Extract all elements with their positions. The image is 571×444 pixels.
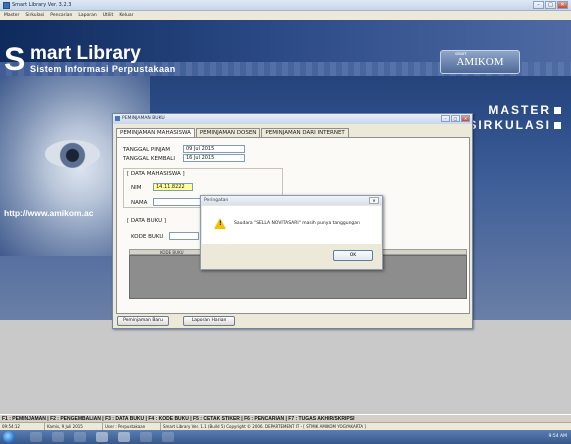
eye-image (45, 140, 100, 168)
start-button-icon[interactable] (3, 431, 15, 443)
nim-field[interactable]: 14.11.8222 (153, 183, 193, 191)
app-title: Smart Library Ver. 3.2.3 (12, 2, 72, 8)
dialog-close-button[interactable]: ✕ (461, 115, 470, 122)
taskbar-word-icon[interactable] (140, 432, 152, 442)
taskbar-media-icon[interactable] (52, 432, 64, 442)
dialog-maximize-button[interactable]: □ (451, 115, 460, 122)
app-titlebar: Smart Library Ver. 3.2.3 – □ ✕ (0, 0, 571, 11)
data-mahasiswa-label: [ DATA MAHASISWA ] (127, 171, 185, 177)
warning-close-button[interactable]: ✕ (369, 197, 379, 204)
dialog-title: PEMINJAMAN BUKU (113, 114, 472, 124)
taskbar-folder-icon[interactable] (74, 432, 86, 442)
taskbar: 9:54 AM (0, 430, 571, 444)
function-key-bar: F1 : PEMINJAMAN | F2 : PENGEMBALIAN | F3… (0, 414, 571, 422)
tanggal-kembali-field[interactable]: 16 Jul 2015 (183, 154, 245, 162)
logo-small-text: smart (455, 52, 467, 57)
taskbar-app-icon[interactable] (96, 432, 108, 442)
nav-sirkulasi[interactable]: SIRKULASI (468, 118, 561, 132)
maximize-button[interactable]: □ (545, 1, 556, 9)
amikom-logo: smart AMIKOM (440, 50, 520, 74)
menu-utilit[interactable]: Utilit (103, 11, 114, 20)
brand-initial: S (4, 41, 26, 77)
dialog-tabs: PEMINJAMAN MAHASISWA PEMINJAMAN DOSEN PE… (116, 128, 350, 137)
status-bar: 09:54:12 Kamis, 9 Juli 2015 User : Perpu… (0, 422, 571, 431)
menu-bar: Master Sirkulasi Pencarian Laporan Utili… (0, 11, 571, 20)
taskbar-clock: 9:54 AM (548, 434, 568, 439)
taskbar-smartlibrary-icon[interactable] (118, 432, 130, 442)
nama-label: NAMA (131, 200, 148, 206)
peminjaman-baru-button[interactable]: Peminjaman Baru (117, 316, 169, 326)
exclamation-icon: ! (219, 220, 222, 227)
warning-message: Saudara "SELLA NOVITASARI" masih punya t… (234, 221, 360, 226)
window-controls: – □ ✕ (533, 1, 568, 10)
tanggal-kembali-label: TANGGAL KEMBALI (123, 156, 175, 162)
nama-field[interactable] (153, 198, 205, 206)
website-url: http://www.amikom.ac (4, 208, 94, 218)
close-button[interactable]: ✕ (557, 1, 568, 9)
menu-laporan[interactable]: Laporan (78, 11, 96, 20)
tanggal-pinjam-field[interactable]: 09 Jul 2015 (183, 145, 245, 153)
menu-pencarian[interactable]: Pencarian (50, 11, 72, 20)
tab-peminjaman-internet[interactable]: PEMINJAMAN DARI INTERNET (261, 128, 349, 137)
dialog-minimize-button[interactable]: – (441, 115, 450, 122)
menu-keluar[interactable]: Keluar (119, 11, 133, 20)
kode-buku-field[interactable] (169, 232, 199, 240)
tab-peminjaman-mahasiswa[interactable]: PEMINJAMAN MAHASISWA (116, 128, 195, 137)
warning-body: ! Saudara "SELLA NOVITASARI" masih punya… (202, 206, 381, 244)
nav-master[interactable]: MASTER (488, 103, 561, 117)
data-buku-label: [ DATA BUKU ] (127, 218, 166, 224)
tab-peminjaman-dosen[interactable]: PEMINJAMAN DOSEN (195, 128, 261, 137)
taskbar-paint-icon[interactable] (162, 432, 174, 442)
tanggal-pinjam-label: TANGGAL PINJAM (123, 147, 170, 153)
brand-subtitle: Sistem Informasi Perpustakaan (30, 64, 176, 74)
app-icon (3, 2, 10, 9)
warning-dialog: Peringatan ✕ ! Saudara "SELLA NOVITASARI… (200, 195, 383, 270)
ok-button[interactable]: OK (333, 250, 373, 261)
taskbar-explorer-icon[interactable] (30, 432, 42, 442)
brand-name: mart Library (30, 43, 141, 64)
dialog-window-controls: – □ ✕ (441, 115, 470, 124)
laporan-harian-button[interactable]: Laporan Harian (183, 316, 235, 326)
minimize-button[interactable]: – (533, 1, 544, 9)
warning-title: Peringatan (201, 196, 382, 205)
menu-master[interactable]: Master (4, 11, 19, 20)
kode-buku-label: KODE BUKU (131, 234, 164, 240)
menu-sirkulasi[interactable]: Sirkulasi (25, 11, 44, 20)
nim-label: NIM (131, 185, 142, 191)
